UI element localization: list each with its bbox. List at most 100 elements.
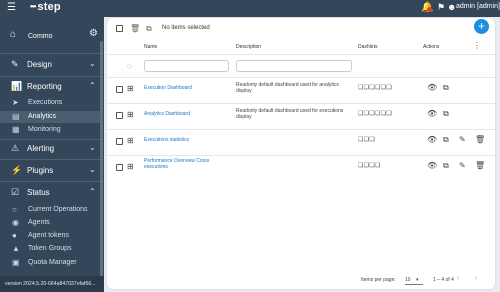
select-underline xyxy=(405,284,423,285)
dashboards-panel: 🗑 ⧉ No items selected + Name Description… xyxy=(107,18,495,289)
column-header-name[interactable]: Name xyxy=(144,44,157,50)
edit-icon[interactable]: ✎ xyxy=(459,135,466,144)
sidebar-item-label: Agents xyxy=(28,219,50,226)
top-bar: ☰ •••step 🔔 ⚑ ☻ admin [admin] xyxy=(0,0,500,17)
sidebar-section-reporting[interactable]: 📊 Reporting ⌃ xyxy=(0,79,104,95)
dashboard-description: Readonly default dashboard used for exec… xyxy=(236,108,344,120)
chevron-down-icon: ⌄ xyxy=(89,143,96,152)
sidebar-section-design[interactable]: ✎ Design ⌄ xyxy=(0,57,104,73)
view-icon[interactable]: 👁 xyxy=(427,161,437,170)
sidebar-section-label: Status xyxy=(27,188,50,197)
items-per-page-select[interactable]: 10 ▾ xyxy=(405,277,423,285)
view-icon[interactable]: 👁 xyxy=(427,135,437,144)
sidebar-item-agent-tokens[interactable]: ● Agent tokens xyxy=(0,230,100,242)
column-header-description[interactable]: Description xyxy=(236,44,261,50)
row-checkbox[interactable] xyxy=(116,164,123,171)
agent-icon: ◉ xyxy=(12,218,19,227)
column-header-actions[interactable]: Actions xyxy=(423,44,439,50)
sidebar-item-token-groups[interactable]: ▲ Token Groups xyxy=(0,243,100,255)
name-filter-input[interactable] xyxy=(144,60,229,72)
delete-icon[interactable]: 🗑 xyxy=(475,135,485,144)
gear-icon[interactable]: ⚙ xyxy=(89,28,98,39)
previous-page-icon[interactable]: ‹ xyxy=(457,275,459,282)
status-icon: ☑ xyxy=(11,187,20,197)
plugin-icon: ⚡ xyxy=(11,165,23,175)
table-row: ⊞ Performance Overview Cross executions … xyxy=(107,155,495,181)
sidebar-section-label: Design xyxy=(27,60,52,69)
sidebar-item-label: Executions xyxy=(28,99,63,106)
divider xyxy=(0,159,104,160)
token-icon: ● xyxy=(12,231,17,240)
divider xyxy=(0,181,104,182)
row-checkbox[interactable] xyxy=(116,86,123,93)
next-page-icon[interactable]: › xyxy=(475,275,477,282)
more-options-icon[interactable]: ⋮ xyxy=(473,41,481,50)
delete-icon[interactable]: 🗑 xyxy=(130,24,140,33)
project-selector[interactable]: ⌂ Commo ⚙ xyxy=(0,25,104,47)
sidebar-section-label: Plugins xyxy=(27,166,54,175)
table-row: ⊞ Analytics Dashboard Readonly default d… xyxy=(107,103,495,129)
sidebar-item-label: Analytics xyxy=(28,113,57,120)
dashboard-description: Readonly default dashboard used for anal… xyxy=(236,82,339,94)
menu-icon[interactable]: ☰ xyxy=(7,3,16,13)
sidebar-section-status[interactable]: ☑ Status ⌃ xyxy=(0,185,104,201)
duplicate-icon[interactable]: ⧉ xyxy=(443,109,449,119)
header-divider xyxy=(107,54,495,55)
dashboard-grid-icon: ⊞ xyxy=(127,110,134,119)
dashboard-name-link[interactable]: Executions statistics xyxy=(144,137,229,143)
delete-icon[interactable]: 🗑 xyxy=(475,161,485,170)
duplicate-icon[interactable]: ⧉ xyxy=(443,83,449,93)
divider xyxy=(0,139,104,140)
dashlet-chart-icons: ❑❑❑❑❑❑ xyxy=(358,111,393,117)
home-icon[interactable]: ⌂ xyxy=(10,29,16,40)
sidebar-section-alerting[interactable]: ⚠ Alerting ⌄ xyxy=(0,141,104,157)
analytics-icon: ▤ xyxy=(12,112,20,121)
sidebar-item-agents[interactable]: ◉ Agents xyxy=(0,217,100,229)
pagination-range: 1 – 4 of 4 xyxy=(433,277,454,283)
dashboard-name-link[interactable]: Execution Dashboard xyxy=(144,85,229,91)
dashlet-chart-icons: ❑❑❑❑ xyxy=(358,163,381,169)
version-label: version 2024.5.20-664a847037efaf66... xyxy=(0,276,104,292)
dashlet-chart-icons: ❑❑❑ xyxy=(358,137,376,143)
column-header-dashlets[interactable]: Dashlets xyxy=(358,44,377,50)
row-checkbox[interactable] xyxy=(116,112,123,119)
divider xyxy=(0,76,104,77)
sidebar-section-plugins[interactable]: ⚡ Plugins ⌄ xyxy=(0,163,104,179)
dashboard-grid-icon: ⊞ xyxy=(127,162,134,171)
app-logo[interactable]: ••• step xyxy=(30,1,61,13)
edit-icon[interactable]: ✎ xyxy=(459,161,466,170)
sidebar-scrollbar[interactable] xyxy=(100,41,103,284)
user-menu[interactable]: admin [admin] xyxy=(456,3,500,10)
sidebar-section-label: Reporting xyxy=(27,82,62,91)
sidebar-item-analytics[interactable]: ▤ Analytics xyxy=(0,111,100,123)
table-row: ⊞ Executions statistics ❑❑❑ 👁 ⧉ ✎ 🗑 xyxy=(107,129,495,155)
bookmark-icon[interactable]: ⚑ xyxy=(437,2,445,13)
chevron-up-icon: ⌃ xyxy=(89,81,96,90)
view-icon[interactable]: 👁 xyxy=(427,83,437,92)
chevron-down-icon: ⌄ xyxy=(89,59,96,68)
rocket-icon: ➤ xyxy=(12,98,19,107)
token-group-icon: ▲ xyxy=(12,244,20,253)
alert-icon: ⚠ xyxy=(11,143,20,153)
row-checkbox[interactable] xyxy=(116,138,123,145)
description-filter-input[interactable] xyxy=(236,60,352,72)
copy-icon[interactable]: ⧉ xyxy=(146,24,152,34)
dashboard-name-link[interactable]: Performance Overview Cross executions xyxy=(144,158,229,170)
sidebar-item-executions[interactable]: ➤ Executions xyxy=(0,97,100,109)
globe-icon[interactable]: ◌ xyxy=(127,62,132,71)
sidebar-item-monitoring[interactable]: ▦ Monitoring xyxy=(0,124,100,136)
dashlet-chart-icons: ❑❑❑❑❑❑ xyxy=(358,85,393,91)
select-all-checkbox[interactable] xyxy=(116,25,123,32)
add-dashboard-button[interactable]: + xyxy=(474,19,489,34)
duplicate-icon[interactable]: ⧉ xyxy=(443,135,449,145)
dashboard-name-link[interactable]: Analytics Dashboard xyxy=(144,111,229,117)
sidebar-item-quota-manager[interactable]: ▣ Quota Manager xyxy=(0,257,100,269)
view-icon[interactable]: 👁 xyxy=(427,109,437,118)
duplicate-icon[interactable]: ⧉ xyxy=(443,161,449,171)
sidebar-item-current-operations[interactable]: ○ Current Operations xyxy=(0,204,100,216)
dashboard-grid-icon: ⊞ xyxy=(127,136,134,145)
divider xyxy=(0,53,104,54)
sidebar-item-label: Monitoring xyxy=(28,126,61,133)
project-label: Commo xyxy=(28,33,53,40)
design-icon: ✎ xyxy=(11,59,19,69)
